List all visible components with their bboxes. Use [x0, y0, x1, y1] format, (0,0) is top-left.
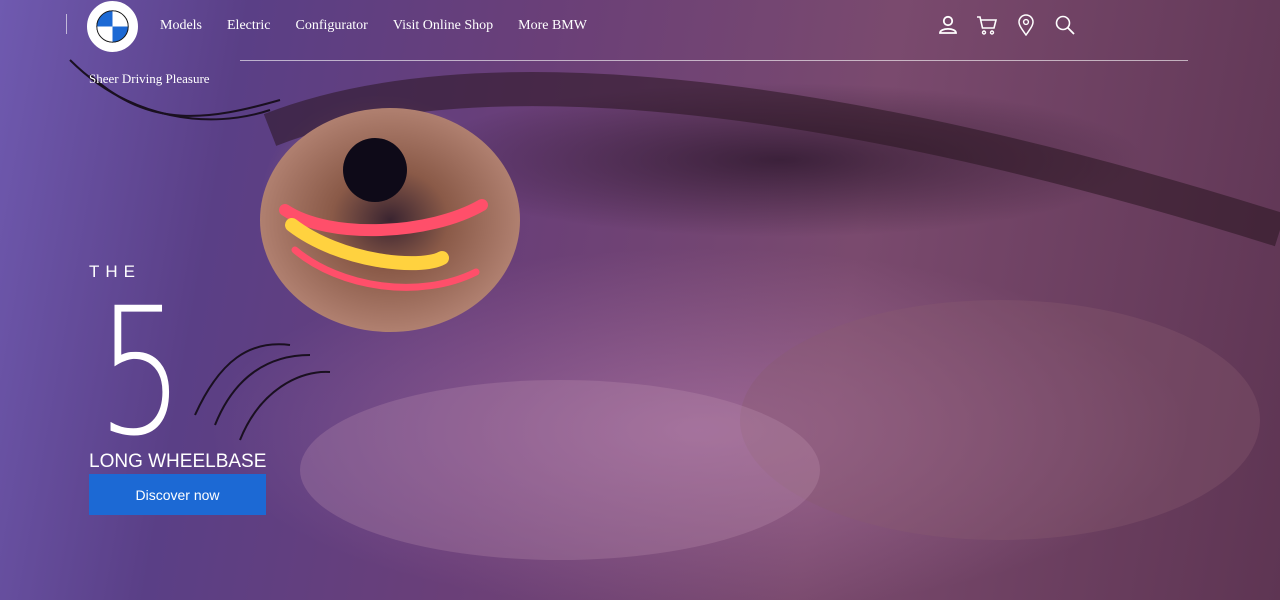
search-icon[interactable] — [1053, 12, 1076, 38]
nav-link-electric[interactable]: Electric — [227, 18, 271, 34]
nav-link-more-bmw[interactable]: More BMW — [518, 18, 587, 34]
nav-link-models[interactable]: Models — [160, 18, 202, 34]
brand-tagline: Sheer Driving Pleasure — [89, 71, 210, 86]
cart-icon[interactable] — [975, 12, 998, 38]
nav-divider-line — [240, 60, 1188, 61]
main-navigation: Models Electric Configurator Visit Onlin… — [0, 0, 1280, 100]
bmw-roundel-logo-icon — [90, 4, 135, 49]
nav-link-visit-online-shop[interactable]: Visit Online Shop — [393, 18, 493, 34]
nav-links: Models Electric Configurator Visit Onlin… — [160, 18, 587, 34]
nav-divider — [66, 14, 67, 34]
bmw-logo[interactable] — [87, 1, 138, 52]
discover-now-button[interactable]: Discover now — [89, 474, 266, 515]
location-pin-icon[interactable] — [1014, 12, 1037, 38]
hero-model-variant: LONG WHEELBASE — [89, 451, 267, 472]
user-icon[interactable] — [936, 12, 959, 38]
nav-link-configurator[interactable]: Configurator — [296, 18, 368, 34]
hero-model-number: 5 — [97, 270, 185, 475]
nav-icon-group — [936, 12, 1076, 38]
